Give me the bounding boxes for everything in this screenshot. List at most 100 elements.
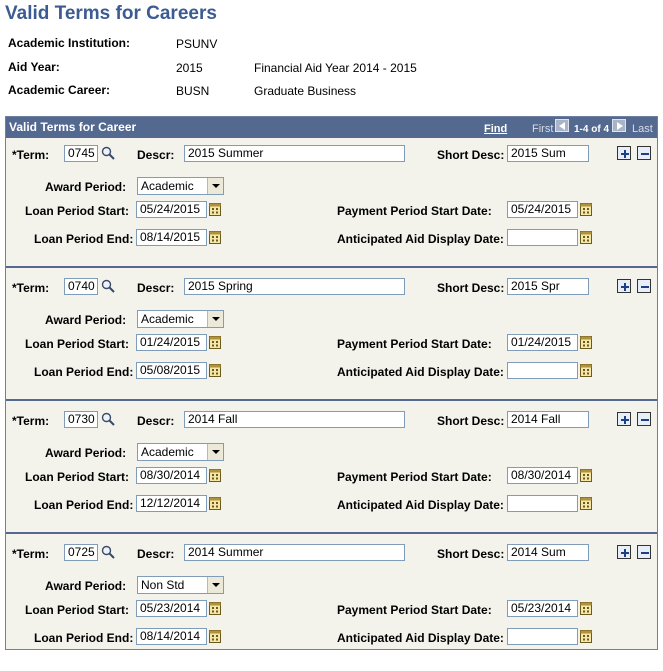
minus-icon[interactable] [637,146,651,160]
loan-start-input[interactable]: 08/30/2014 [136,467,207,484]
calendar-icon[interactable] [580,363,592,377]
descr-label: Descr: [137,281,175,295]
short-desc-label: Short Desc: [437,414,505,428]
arrow-right-icon[interactable] [612,119,626,132]
term-row: *Term: 0740 Descr: 2015 Spring Short Des… [6,272,657,405]
anticipated-label: Anticipated Aid Display Date: [337,498,504,512]
chevron-down-icon[interactable] [207,178,223,194]
loan-end-input[interactable]: 05/08/2015 [136,362,207,379]
short-desc-input[interactable]: 2014 Fall [507,411,589,428]
row-separator [6,532,657,534]
anticipated-label: Anticipated Aid Display Date: [337,365,504,379]
magnifier-icon[interactable] [101,412,115,426]
term-input[interactable]: 0740 [64,278,98,295]
calendar-icon[interactable] [209,363,221,377]
find-link[interactable]: Find [484,123,507,135]
descr-input[interactable]: 2015 Spring [184,278,405,295]
minus-icon[interactable] [637,279,651,293]
calendar-icon[interactable] [209,601,221,615]
loan-end-input[interactable]: 08/14/2014 [136,628,207,645]
valid-terms-grid: Valid Terms for Career Find First 1-4 of… [5,116,658,650]
award-period-select[interactable]: Academic [137,443,224,461]
plus-icon[interactable] [617,146,631,160]
magnifier-icon[interactable] [101,545,115,559]
grid-title: Valid Terms for Career [9,120,137,134]
institution-label: Academic Institution: [8,36,131,50]
calendar-icon[interactable] [209,335,221,349]
term-label: *Term: [12,547,50,561]
plus-icon[interactable] [617,412,631,426]
payment-start-label: Payment Period Start Date: [337,603,492,617]
plus-icon[interactable] [617,279,631,293]
payment-start-input[interactable]: 01/24/2015 [507,334,578,351]
minus-icon[interactable] [637,412,651,426]
loan-start-label: Loan Period Start: [25,470,130,484]
calendar-icon[interactable] [209,230,221,244]
anticipated-input[interactable] [507,495,578,512]
calendar-icon[interactable] [209,468,221,482]
short-desc-input[interactable]: 2014 Sum [507,544,589,561]
chevron-down-icon[interactable] [207,444,223,460]
payment-start-input[interactable]: 05/24/2015 [507,201,578,218]
term-input[interactable]: 0745 [64,145,98,162]
aid-year-label: Aid Year: [8,60,60,74]
calendar-icon[interactable] [209,496,221,510]
term-input[interactable]: 0730 [64,411,98,428]
institution-value: PSUNV [176,37,218,51]
calendar-icon[interactable] [580,601,592,615]
row-separator [6,266,657,268]
anticipated-input[interactable] [507,362,578,379]
short-desc-input[interactable]: 2015 Sum [507,145,589,162]
award-period-select[interactable]: Non Std [137,576,224,594]
chevron-down-icon[interactable] [207,577,223,593]
magnifier-icon[interactable] [101,279,115,293]
loan-start-input[interactable]: 01/24/2015 [136,334,207,351]
grid-header: Valid Terms for Career Find First 1-4 of… [6,117,657,138]
career-label: Academic Career: [8,83,111,97]
calendar-icon[interactable] [580,335,592,349]
loan-start-input[interactable]: 05/24/2015 [136,201,207,218]
award-period-label: Award Period: [45,446,127,460]
aid-year-description: Financial Aid Year 2014 - 2015 [254,61,417,75]
anticipated-input[interactable] [507,229,578,246]
last-link[interactable]: Last [632,123,653,135]
term-row: *Term: 0745 Descr: 2015 Summer Short Des… [6,139,657,272]
short-desc-label: Short Desc: [437,281,505,295]
calendar-icon[interactable] [580,202,592,216]
loan-end-label: Loan Period End: [34,232,134,246]
loan-start-input[interactable]: 05/23/2014 [136,600,207,617]
term-input[interactable]: 0725 [64,544,98,561]
payment-start-input[interactable]: 08/30/2014 [507,467,578,484]
loan-end-label: Loan Period End: [34,631,134,645]
term-row: *Term: 0730 Descr: 2014 Fall Short Desc:… [6,405,657,538]
loan-start-label: Loan Period Start: [25,337,130,351]
award-period-select[interactable]: Academic [137,310,224,328]
descr-label: Descr: [137,148,175,162]
plus-icon[interactable] [617,545,631,559]
calendar-icon[interactable] [209,202,221,216]
descr-input[interactable]: 2014 Fall [184,411,405,428]
term-label: *Term: [12,281,50,295]
descr-input[interactable]: 2014 Summer [184,544,405,561]
calendar-icon[interactable] [209,629,221,643]
short-desc-input[interactable]: 2015 Spr [507,278,589,295]
minus-icon[interactable] [637,545,651,559]
award-period-value: Non Std [141,578,185,592]
loan-end-label: Loan Period End: [34,365,134,379]
loan-end-input[interactable]: 08/14/2015 [136,229,207,246]
magnifier-icon[interactable] [101,146,115,160]
loan-end-input[interactable]: 12/12/2014 [136,495,207,512]
anticipated-input[interactable] [507,628,578,645]
calendar-icon[interactable] [580,629,592,643]
loan-end-label: Loan Period End: [34,498,134,512]
calendar-icon[interactable] [580,468,592,482]
chevron-down-icon[interactable] [207,311,223,327]
award-period-select[interactable]: Academic [137,177,224,195]
payment-start-input[interactable]: 05/23/2014 [507,600,578,617]
calendar-icon[interactable] [580,230,592,244]
calendar-icon[interactable] [580,496,592,510]
page-title: Valid Terms for Careers [5,3,217,24]
descr-input[interactable]: 2015 Summer [184,145,405,162]
first-link[interactable]: First [532,123,553,135]
arrow-left-icon[interactable] [555,119,569,132]
